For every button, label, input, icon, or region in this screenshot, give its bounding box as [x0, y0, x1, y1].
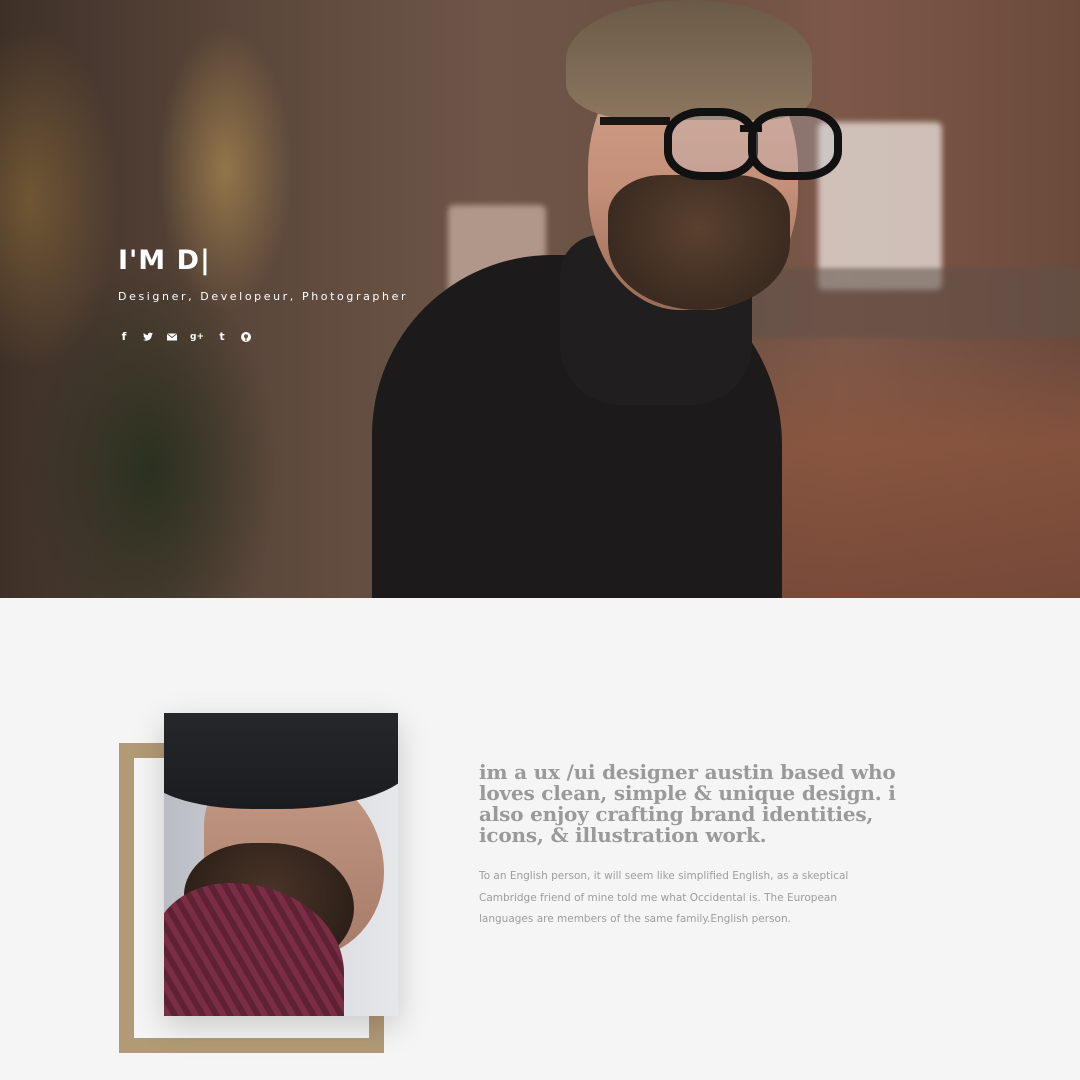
- twitter-icon[interactable]: [142, 331, 154, 343]
- glasses-temple: [600, 117, 670, 125]
- hero-title: I'M D|: [118, 245, 211, 276]
- hero-intro: I'M D| Designer, Developeur, Photographe…: [118, 240, 408, 343]
- social-links: f g+ t: [118, 331, 408, 343]
- pinterest-icon[interactable]: [240, 331, 252, 343]
- portrait-hair: [566, 0, 812, 120]
- google-plus-icon[interactable]: g+: [190, 331, 204, 343]
- facebook-icon[interactable]: f: [118, 331, 130, 343]
- photo-beanie: [164, 713, 398, 809]
- hero-subtitle: Designer, Developeur, Photographer: [118, 290, 409, 303]
- portrait-beard: [608, 175, 790, 310]
- about-portrait-photo: [164, 713, 398, 1016]
- tumblr-icon[interactable]: t: [216, 331, 228, 343]
- about-text: im a ux /ui designer austin based who lo…: [479, 762, 929, 941]
- glasses-lens-left: [664, 108, 758, 180]
- glasses-lens-right: [748, 108, 842, 180]
- about-heading: im a ux /ui designer austin based who lo…: [479, 760, 896, 847]
- glasses-bridge: [740, 125, 762, 132]
- email-icon[interactable]: [166, 331, 178, 343]
- about-paragraph: To an English person, it will seem like …: [479, 870, 849, 925]
- hero-section: I'M D| Designer, Developeur, Photographe…: [0, 0, 1080, 598]
